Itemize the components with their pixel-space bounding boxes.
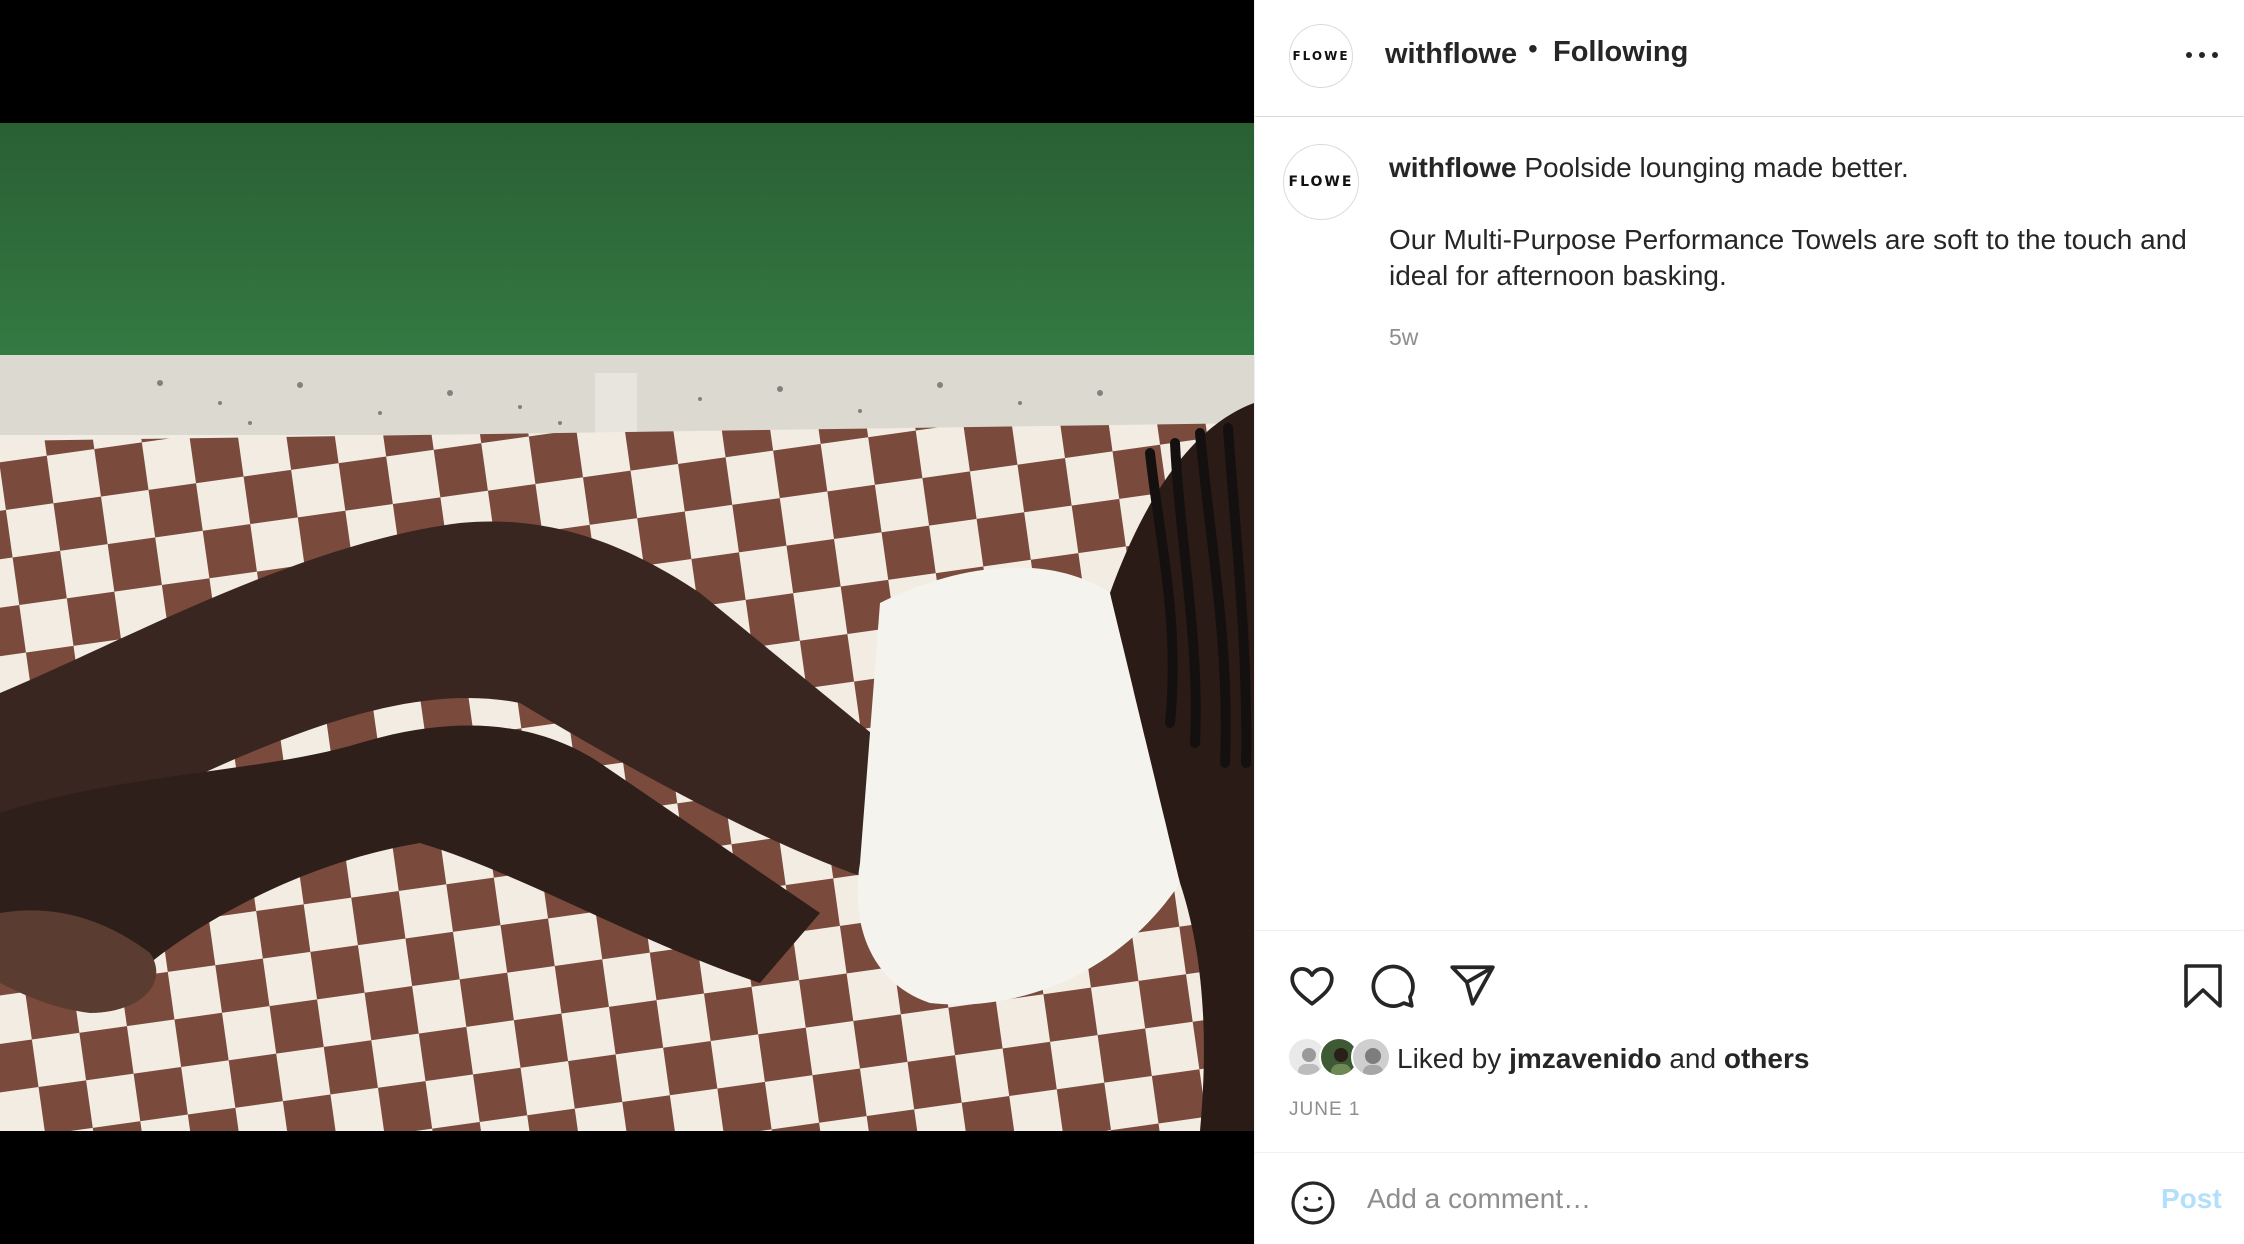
liker-avatar	[1351, 1037, 1391, 1077]
following-button[interactable]: Following	[1553, 36, 1688, 69]
caption-avatar[interactable]: FLOWE	[1283, 144, 1359, 220]
more-dot	[2212, 52, 2218, 58]
comment-bar: Post	[1255, 1152, 2244, 1244]
liked-by-user[interactable]: jmzavenido	[1509, 1043, 1661, 1074]
liker-avatars[interactable]	[1287, 1037, 1397, 1079]
post-photo-illustration	[0, 123, 1254, 1131]
post-date[interactable]: JUNE 1	[1289, 1099, 1360, 1121]
post-photo[interactable]	[0, 123, 1254, 1131]
caption-body: Our Multi-Purpose Performance Towels are…	[1389, 224, 2187, 291]
liked-by-summary: Liked by jmzavenido and others	[1397, 1043, 1809, 1075]
avatar-logo-text: FLOWE	[1288, 174, 1354, 190]
more-options-icon[interactable]	[2180, 40, 2224, 70]
caption-first-line: withflowe Poolside lounging made better.	[1389, 150, 2209, 186]
more-dot	[2186, 52, 2192, 58]
post-caption: withflowe Poolside lounging made better.…	[1389, 150, 2209, 294]
paper-plane-icon[interactable]	[1447, 961, 1497, 1011]
comment-bubble-icon[interactable]	[1367, 961, 1417, 1011]
caption-text: Poolside lounging made better.	[1524, 152, 1909, 183]
author-username[interactable]: withflowe	[1385, 38, 1517, 71]
comment-input[interactable]	[1367, 1175, 2087, 1223]
post-header: FLOWE withflowe • Following	[1255, 0, 2244, 117]
smiley-icon[interactable]	[1289, 1179, 1337, 1227]
liked-by-prefix: Liked by	[1397, 1043, 1502, 1074]
avatar-logo-text: FLOWE	[1292, 49, 1350, 63]
post-comment-button[interactable]: Post	[2161, 1183, 2222, 1215]
liked-by-others[interactable]: others	[1724, 1043, 1810, 1074]
liked-by-conjunction: and	[1669, 1043, 1717, 1074]
post-panel: FLOWE withflowe • Following FLOWE withfl…	[1254, 0, 2244, 1244]
author-avatar[interactable]: FLOWE	[1289, 24, 1353, 88]
post-media	[0, 0, 1254, 1244]
caption-username[interactable]: withflowe	[1389, 152, 1517, 183]
caption-timestamp[interactable]: 5w	[1389, 324, 1418, 351]
more-dot	[2199, 52, 2205, 58]
bookmark-icon[interactable]	[2181, 961, 2225, 1011]
header-separator: •	[1528, 33, 1538, 64]
heart-icon[interactable]	[1287, 961, 1337, 1011]
